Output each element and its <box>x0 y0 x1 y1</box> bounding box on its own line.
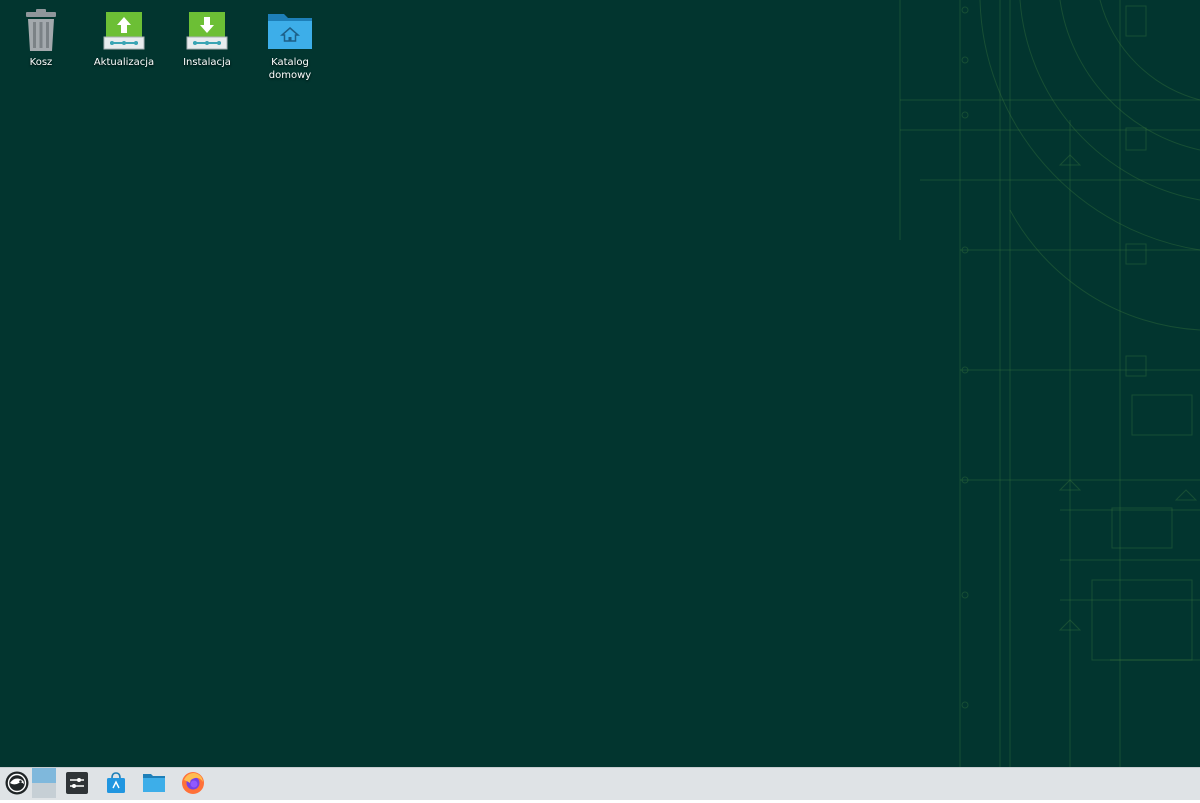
desktop-icon-home-folder[interactable]: Katalog domowy <box>250 6 330 82</box>
desktop-icon-trash[interactable]: Kosz <box>1 6 81 69</box>
firefox-icon <box>181 771 205 799</box>
desktop-pager[interactable] <box>32 768 56 801</box>
firefox-button[interactable] <box>178 768 208 801</box>
software-store-button[interactable] <box>102 768 130 801</box>
software-update-icon <box>100 6 148 54</box>
software-install-icon <box>183 6 231 54</box>
desktop-icon-update[interactable]: Aktualizacja <box>84 6 164 69</box>
desktop-icon-install[interactable]: Instalacja <box>167 6 247 69</box>
taskbar <box>0 767 1200 800</box>
desktop-icon-label: Kosz <box>29 57 53 68</box>
desktop-pager-icon <box>32 766 56 803</box>
desktop-icon-label: Katalog domowy <box>268 57 312 81</box>
system-settings-button[interactable] <box>63 768 91 801</box>
desktop-icon-label: Instalacja <box>183 57 231 68</box>
application-launcher-button[interactable] <box>2 768 32 801</box>
desktop-icon-label: Aktualizacja <box>93 57 155 68</box>
home-folder-icon <box>266 6 314 54</box>
wallpaper-art <box>899 0 1200 767</box>
software-store-icon <box>105 771 127 798</box>
file-manager-icon <box>142 773 166 797</box>
desktop: Kosz Aktualizacja Instalacja Katalog dom… <box>0 0 1200 767</box>
opensuse-launcher-icon <box>5 771 29 799</box>
trash-icon <box>17 6 65 54</box>
file-manager-button[interactable] <box>140 768 168 801</box>
system-settings-icon <box>66 771 88 798</box>
